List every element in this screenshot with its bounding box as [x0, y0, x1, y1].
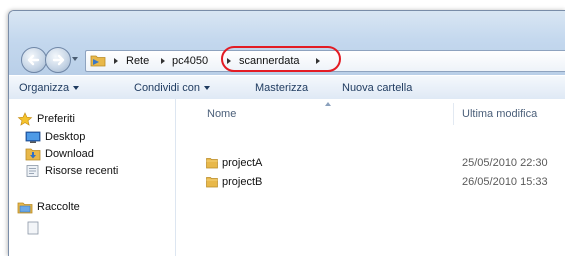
breadcrumb-separator-icon[interactable]: [114, 58, 118, 64]
nav-label: Desktop: [45, 131, 86, 143]
back-arrow-icon: [27, 54, 40, 66]
download-folder-icon: [25, 148, 41, 161]
star-icon: [17, 112, 33, 126]
file-list-pane: Nome Ultima modifica projectA 25/05/2010…: [176, 99, 565, 256]
nav-label: Download: [45, 148, 94, 160]
nav-label: Risorse recenti: [45, 165, 119, 177]
network-folder-icon: [90, 55, 106, 67]
file-modified-date: 26/05/2010 15:33: [462, 176, 548, 188]
chevron-down-icon: [204, 86, 211, 91]
explorer-window: Rete pc4050 scannerdata Organizza Condiv…: [8, 10, 565, 256]
nav-label: Preferiti: [37, 113, 75, 125]
column-divider[interactable]: [453, 103, 454, 125]
column-header-modified[interactable]: Ultima modifica: [462, 107, 537, 121]
title-bar: Rete pc4050 scannerdata: [9, 11, 565, 75]
organize-button[interactable]: Organizza: [19, 81, 80, 95]
recent-pages-dropdown[interactable]: [72, 57, 78, 61]
file-name: projectA: [222, 157, 263, 169]
folder-icon: [206, 158, 218, 169]
forward-arrow-icon: [52, 54, 65, 66]
back-button[interactable]: [21, 47, 47, 73]
forward-button[interactable]: [45, 47, 71, 73]
breadcrumb-rete[interactable]: Rete: [126, 54, 149, 68]
file-name: projectB: [222, 176, 263, 188]
organize-label: Organizza: [19, 82, 70, 94]
breadcrumb-pc4050[interactable]: pc4050: [172, 54, 208, 68]
new-folder-button[interactable]: Nuova cartella: [342, 81, 412, 95]
nav-label: Raccolte: [37, 201, 80, 213]
libraries-icon: [17, 202, 33, 214]
file-row[interactable]: projectA 25/05/2010 22:30: [176, 154, 565, 172]
command-bar: Organizza Condividi con Masterizza Nuova…: [9, 75, 565, 100]
column-header-name[interactable]: Nome: [207, 107, 236, 121]
desktop-icon: [25, 131, 41, 143]
highlight-annotation: [221, 46, 341, 72]
recent-places-icon: [26, 165, 39, 177]
share-button[interactable]: Condividi con: [134, 81, 211, 95]
nav-item-documents-partial[interactable]: [25, 220, 55, 236]
file-modified-date: 25/05/2010 22:30: [462, 157, 548, 169]
share-label: Condividi con: [134, 82, 201, 94]
navigation-pane: Preferiti Desktop Download Risorse recen…: [9, 99, 176, 256]
breadcrumb-separator-icon[interactable]: [161, 58, 165, 64]
sort-ascending-icon: [325, 102, 331, 106]
chevron-down-icon: [73, 86, 80, 91]
documents-icon: [27, 221, 39, 235]
folder-icon: [206, 177, 218, 188]
burn-button[interactable]: Masterizza: [255, 81, 308, 95]
file-row[interactable]: projectB 26/05/2010 15:33: [176, 173, 565, 191]
